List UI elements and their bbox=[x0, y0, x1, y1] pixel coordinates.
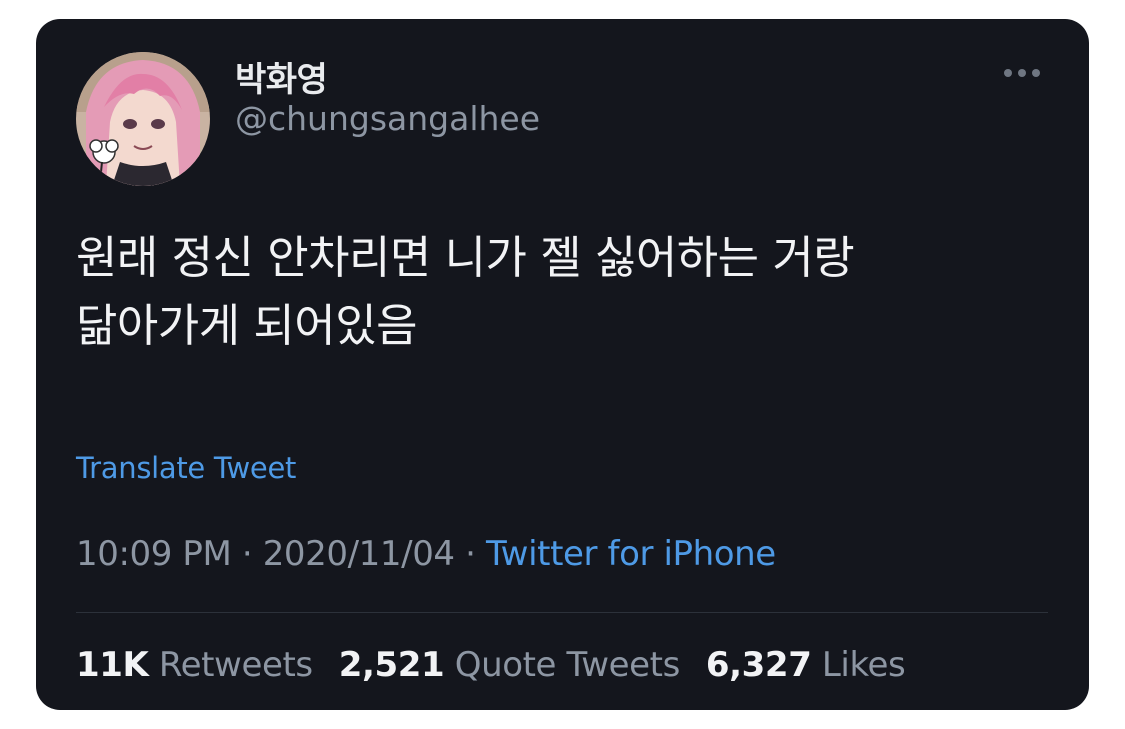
tweet-card: 박화영 @chungsangalhee 원래 정신 안차리면 니가 젤 싫어하는… bbox=[36, 19, 1089, 710]
retweets-count: 11K bbox=[76, 645, 149, 685]
more-options-button[interactable] bbox=[994, 59, 1050, 87]
tweet-text: 원래 정신 안차리면 니가 젤 싫어하는 거랑 닮아가게 되어있음 bbox=[76, 231, 855, 352]
tweet-date[interactable]: 2020/11/04 bbox=[263, 534, 455, 574]
quote-tweets-label: Quote Tweets bbox=[454, 645, 681, 685]
tweet-time[interactable]: 10:09 PM bbox=[76, 534, 232, 574]
likes-label: Likes bbox=[821, 645, 906, 685]
separator: · bbox=[465, 534, 476, 574]
retweets-label: Retweets bbox=[158, 645, 313, 685]
more-horizontal-icon-dot bbox=[1032, 69, 1040, 77]
tweet-source-link[interactable]: Twitter for iPhone bbox=[486, 534, 776, 574]
avatar-image bbox=[76, 52, 210, 186]
display-name[interactable]: 박화영 bbox=[235, 52, 328, 101]
likes-stat[interactable]: 6,327 Likes bbox=[705, 645, 906, 685]
tweet-metadata: 10:09 PM · 2020/11/04 · Twitter for iPho… bbox=[76, 534, 776, 574]
more-horizontal-icon bbox=[1004, 69, 1012, 77]
retweets-stat[interactable]: 11K Retweets bbox=[76, 645, 313, 685]
more-horizontal-icon-dot bbox=[1018, 69, 1026, 77]
likes-count: 6,327 bbox=[705, 645, 812, 685]
tweet-stats: 11K Retweets 2,521 Quote Tweets 6,327 Like… bbox=[76, 645, 906, 685]
quote-tweets-count: 2,521 bbox=[338, 645, 445, 685]
separator: · bbox=[241, 534, 253, 574]
divider bbox=[76, 612, 1048, 613]
user-handle[interactable]: @chungsangalhee bbox=[235, 99, 540, 138]
translate-tweet-link[interactable]: Translate Tweet bbox=[76, 451, 296, 485]
avatar[interactable] bbox=[76, 52, 210, 186]
quote-tweets-stat[interactable]: 2,521 Quote Tweets bbox=[338, 645, 681, 685]
